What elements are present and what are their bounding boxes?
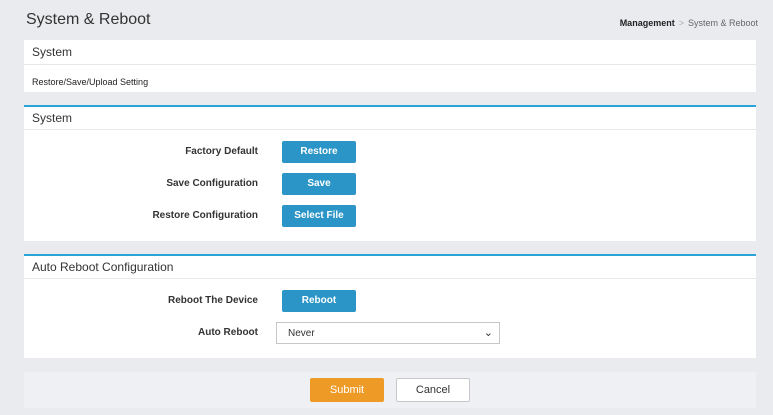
breadcrumb-management[interactable]: Management xyxy=(620,18,675,28)
select-file-button[interactable]: Select File xyxy=(282,205,356,227)
reboot-device-label: Reboot The Device xyxy=(167,295,258,306)
restore-configuration-label: Restore Configuration xyxy=(152,210,258,221)
reboot-button[interactable]: Reboot xyxy=(282,290,356,312)
save-configuration-label: Save Configuration xyxy=(166,178,258,189)
save-configuration-row: Save Configuration Save xyxy=(24,173,756,195)
auto-reboot-select[interactable]: Never ⌄ xyxy=(276,322,500,344)
breadcrumb: Management > System & Reboot xyxy=(620,18,758,28)
save-button[interactable]: Save xyxy=(282,173,356,195)
factory-default-row: Factory Default Restore xyxy=(24,141,756,163)
footer-bar: Submit Cancel xyxy=(24,372,756,408)
reboot-device-row: Reboot The Device Reboot xyxy=(24,290,756,312)
chevron-down-icon: ⌄ xyxy=(483,327,493,339)
info-panel: System Restore/Save/Upload Setting xyxy=(24,40,756,92)
restore-button[interactable]: Restore xyxy=(282,141,356,163)
auto-reboot-row: Auto Reboot Never ⌄ xyxy=(24,322,756,348)
cancel-button[interactable]: Cancel xyxy=(396,378,470,402)
breadcrumb-current: System & Reboot xyxy=(687,18,758,28)
reboot-panel-title: Auto Reboot Configuration xyxy=(24,256,756,279)
submit-button[interactable]: Submit xyxy=(310,378,384,402)
info-description: Restore/Save/Upload Setting xyxy=(32,77,149,87)
restore-configuration-row: Restore Configuration Select File xyxy=(24,205,756,227)
auto-reboot-label: Auto Reboot xyxy=(198,327,258,338)
reboot-panel: Auto Reboot Configuration Reboot The Dev… xyxy=(24,254,756,358)
system-panel: System Factory Default Restore Save Conf… xyxy=(24,105,756,241)
breadcrumb-separator: > xyxy=(678,18,684,28)
system-panel-title: System xyxy=(24,107,756,130)
factory-default-label: Factory Default xyxy=(185,146,258,157)
info-panel-title: System xyxy=(24,40,756,65)
page-header: System & Reboot Management > System & Rebo… xyxy=(24,0,764,36)
auto-reboot-value: Never xyxy=(288,328,315,339)
page-title: System & Reboot xyxy=(26,11,151,28)
